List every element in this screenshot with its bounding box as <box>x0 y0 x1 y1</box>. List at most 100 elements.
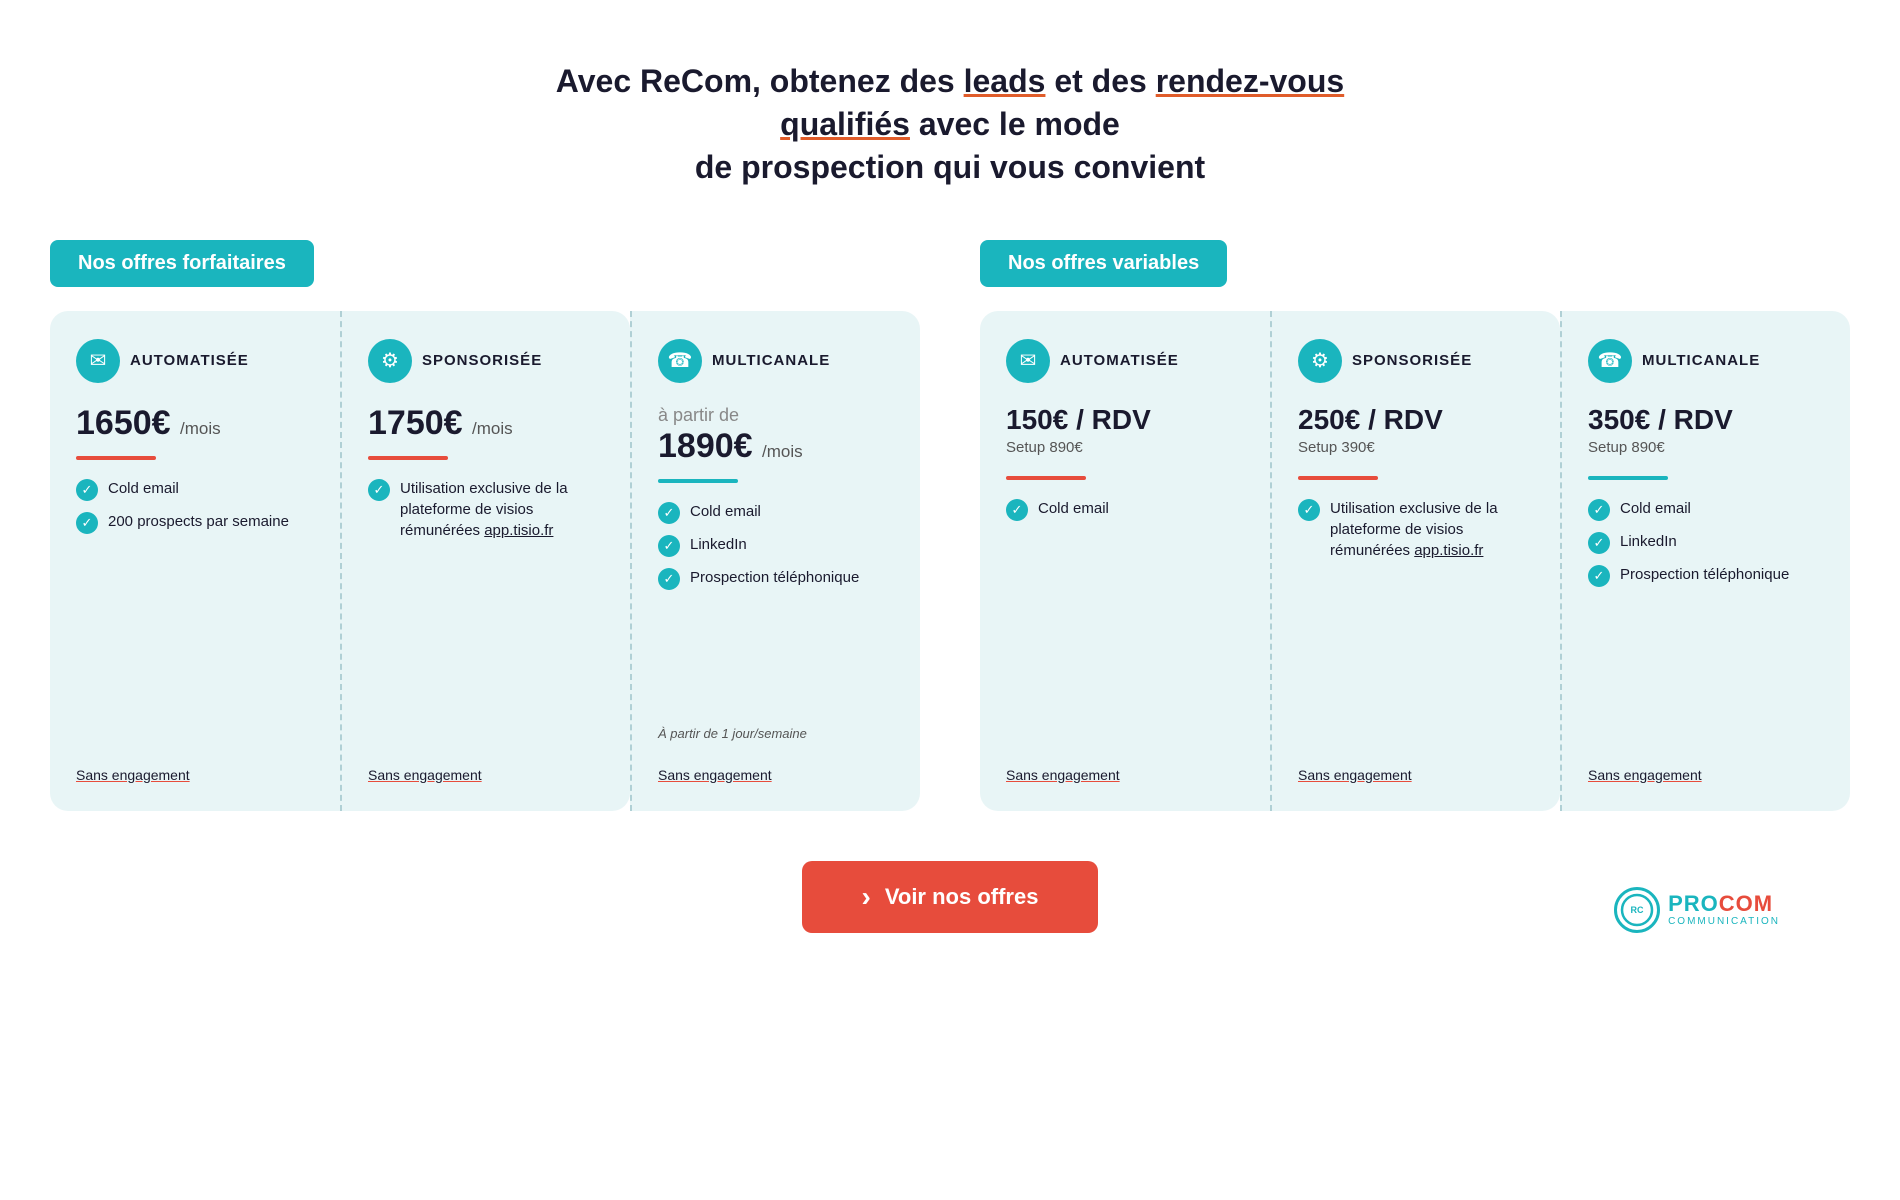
card-multicanale-forfaitaire: ☎ MULTICANALE à partir de 1890€ /mois ✓ … <box>630 311 920 811</box>
feature-item: ✓ Utilisation exclusive de la plateforme… <box>368 478 604 541</box>
forfaitaires-label: Nos offres forfaitaires <box>50 240 314 287</box>
features-auto-v: ✓ Cold email <box>1006 498 1244 736</box>
feature-text: Cold email <box>690 501 761 522</box>
card-automatisee-forfaitaire: ✉ AUTOMATISÉE 1650€ /mois ✓ Cold email ✓… <box>50 311 340 811</box>
title-line2: de prospection qui vous convient <box>695 149 1205 185</box>
phone-icon-multi-f: ☎ <box>658 339 702 383</box>
features-auto-f: ✓ Cold email ✓ 200 prospects par semaine <box>76 478 314 737</box>
logo-area: RC PROCOM COMMUNICATION <box>1614 887 1780 933</box>
forfaitaires-cards-row: ✉ AUTOMATISÉE 1650€ /mois ✓ Cold email ✓… <box>50 311 920 811</box>
card-header-auto-f: ✉ AUTOMATISÉE <box>76 339 314 383</box>
feature-text: Prospection téléphonique <box>1620 564 1789 585</box>
feature-text: 200 prospects par semaine <box>108 511 289 532</box>
card-price-spon-f: 1750€ /mois <box>368 405 604 442</box>
feature-item: ✓ Utilisation exclusive de la plateforme… <box>1298 498 1534 561</box>
card-header-multi-f: ☎ MULTICANALE <box>658 339 894 383</box>
cta-label: Voir nos offres <box>885 884 1039 910</box>
variables-cards-row: ✉ AUTOMATISÉE 150€ / RDV Setup 890€ ✓ Co… <box>980 311 1850 811</box>
feature-item: ✓ Cold email <box>76 478 314 501</box>
card-header-multi-v: ☎ MULTICANALE <box>1588 339 1824 383</box>
card-price-sub-spon-v: Setup 390€ <box>1298 439 1534 456</box>
tisio-link[interactable]: app.tisio.fr <box>484 522 553 539</box>
logo-text: PROCOM COMMUNICATION <box>1668 892 1780 927</box>
feature-text: Cold email <box>1620 498 1691 519</box>
logo-sub: COMMUNICATION <box>1668 916 1780 927</box>
features-spon-v: ✓ Utilisation exclusive de la plateforme… <box>1298 498 1534 736</box>
cta-area: › Voir nos offres RC PROCOM COMMUNICATIO… <box>40 861 1860 933</box>
phone-icon-multi-v: ☎ <box>1588 339 1632 383</box>
card-automatisee-variable: ✉ AUTOMATISÉE 150€ / RDV Setup 890€ ✓ Co… <box>980 311 1270 811</box>
card-price-sub-multi-v: Setup 890€ <box>1588 439 1824 456</box>
features-multi-v: ✓ Cold email ✓ LinkedIn ✓ Prospection té… <box>1588 498 1824 736</box>
sans-engagement-spon-v: Sans engagement <box>1298 755 1534 783</box>
feature-item: ✓ Prospection téléphonique <box>1588 564 1824 587</box>
features-spon-f: ✓ Utilisation exclusive de la plateforme… <box>368 478 604 737</box>
logo-main: PROCOM <box>1668 892 1780 916</box>
section-variables: Nos offres variables ✉ AUTOMATISÉE 150€ … <box>980 240 1850 811</box>
feature-text: Cold email <box>1038 498 1109 519</box>
feature-text: Utilisation exclusive de la plateforme d… <box>1330 498 1534 561</box>
card-multicanale-variable: ☎ MULTICANALE 350€ / RDV Setup 890€ ✓ Co… <box>1560 311 1850 811</box>
feature-text: Cold email <box>108 478 179 499</box>
feature-item: ✓ LinkedIn <box>1588 531 1824 554</box>
gear-icon-spon-f: ⚙ <box>368 339 412 383</box>
feature-text: Prospection téléphonique <box>690 567 859 588</box>
card-title-auto-f: AUTOMATISÉE <box>130 352 249 369</box>
divider-multi-v <box>1588 476 1668 480</box>
svg-text:RC: RC <box>1631 905 1644 915</box>
divider-multi-f <box>658 479 738 483</box>
title-link-rdv: rendez-vous qualifiés <box>780 63 1344 142</box>
section-gap <box>920 240 980 811</box>
check-icon: ✓ <box>1588 532 1610 554</box>
feature-text: Utilisation exclusive de la plateforme d… <box>400 478 604 541</box>
check-icon: ✓ <box>658 535 680 557</box>
card-header-auto-v: ✉ AUTOMATISÉE <box>1006 339 1244 383</box>
card-title-multi-f: MULTICANALE <box>712 352 830 369</box>
feature-item: ✓ Cold email <box>1006 498 1244 521</box>
email-icon-auto-v: ✉ <box>1006 339 1050 383</box>
feature-item: ✓ Cold email <box>1588 498 1824 521</box>
page-title: Avec ReCom, obtenez des leads et des ren… <box>500 60 1400 190</box>
check-icon: ✓ <box>368 479 390 501</box>
card-sponsorisee-variable: ⚙ SPONSORISÉE 250€ / RDV Setup 390€ ✓ Ut… <box>1270 311 1560 811</box>
section-forfaitaires: Nos offres forfaitaires ✉ AUTOMATISÉE 16… <box>50 240 920 811</box>
card-price-spon-v: 250€ / RDV <box>1298 405 1534 436</box>
variables-label: Nos offres variables <box>980 240 1227 287</box>
feature-text: LinkedIn <box>690 534 747 555</box>
card-price-multi-v: 350€ / RDV <box>1588 405 1824 436</box>
card-price-auto-v: 150€ / RDV <box>1006 405 1244 436</box>
check-icon: ✓ <box>1006 499 1028 521</box>
cta-button[interactable]: › Voir nos offres <box>802 861 1099 933</box>
italic-note-multi-f: À partir de 1 jour/semaine <box>658 726 894 741</box>
sans-engagement-spon-f: Sans engagement <box>368 755 604 783</box>
divider-auto-v <box>1006 476 1086 480</box>
email-icon-auto-f: ✉ <box>76 339 120 383</box>
logo-icon: RC <box>1620 893 1654 927</box>
check-icon: ✓ <box>658 568 680 590</box>
feature-item: ✓ Cold email <box>658 501 894 524</box>
check-icon: ✓ <box>1298 499 1320 521</box>
feature-item: ✓ 200 prospects par semaine <box>76 511 314 534</box>
card-header-spon-f: ⚙ SPONSORISÉE <box>368 339 604 383</box>
check-icon: ✓ <box>76 479 98 501</box>
sans-engagement-multi-f: Sans engagement <box>658 755 894 783</box>
card-title-spon-f: SPONSORISÉE <box>422 352 542 369</box>
features-multi-f: ✓ Cold email ✓ LinkedIn ✓ Prospection té… <box>658 501 894 708</box>
sans-engagement-multi-v: Sans engagement <box>1588 755 1824 783</box>
card-title-multi-v: MULTICANALE <box>1642 352 1760 369</box>
feature-item: ✓ Prospection téléphonique <box>658 567 894 590</box>
card-sponsorisee-forfaitaire: ⚙ SPONSORISÉE 1750€ /mois ✓ Utilisation … <box>340 311 630 811</box>
check-icon: ✓ <box>658 502 680 524</box>
card-title-spon-v: SPONSORISÉE <box>1352 352 1472 369</box>
sans-engagement-auto-v: Sans engagement <box>1006 755 1244 783</box>
card-price-label-multi-f: à partir de <box>658 405 894 426</box>
check-icon: ✓ <box>1588 565 1610 587</box>
check-icon: ✓ <box>76 512 98 534</box>
gear-icon-spon-v: ⚙ <box>1298 339 1342 383</box>
tisio-link-v[interactable]: app.tisio.fr <box>1414 542 1483 559</box>
feature-item: ✓ LinkedIn <box>658 534 894 557</box>
check-icon: ✓ <box>1588 499 1610 521</box>
divider-spon-f <box>368 456 448 460</box>
divider-spon-v <box>1298 476 1378 480</box>
card-title-auto-v: AUTOMATISÉE <box>1060 352 1179 369</box>
